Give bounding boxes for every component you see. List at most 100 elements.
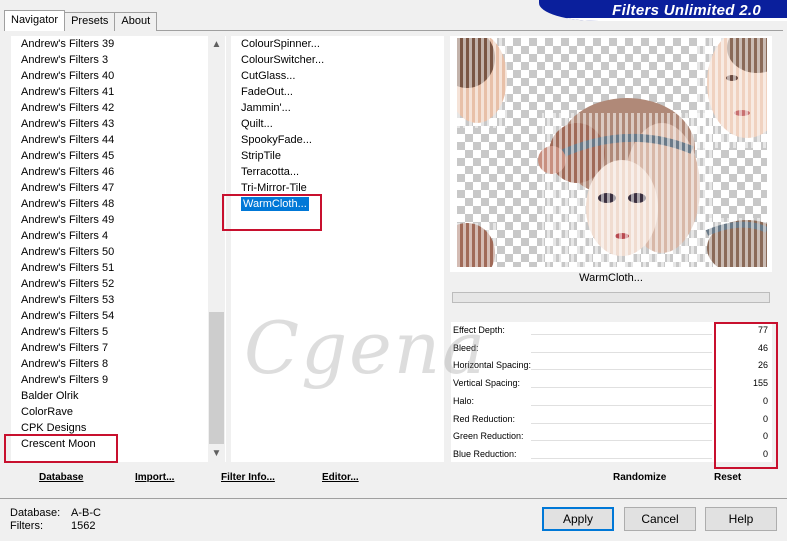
filter-item-label: Jammin'...: [241, 102, 291, 114]
face-bottom-right: [705, 218, 767, 267]
category-item[interactable]: Andrew's Filters 50: [11, 244, 226, 260]
category-item[interactable]: Andrew's Filters 41: [11, 84, 226, 100]
category-item[interactable]: Crescent Moon: [11, 436, 226, 452]
filter-item[interactable]: ColourSpinner...: [231, 36, 444, 52]
parameters-panel: Effect Depth: 77 Bleed: 46 Horizontal Spacin…: [451, 322, 772, 462]
category-item[interactable]: Andrew's Filters 5: [11, 324, 226, 340]
param-slider-track[interactable]: [531, 457, 712, 459]
param-name: Halo:: [453, 395, 475, 406]
category-item[interactable]: Andrew's Filters 49: [11, 212, 226, 228]
scroll-thumb[interactable]: [209, 312, 224, 444]
filter-item-label: ColourSpinner...: [241, 38, 320, 50]
param-value: 155: [752, 378, 768, 389]
category-item[interactable]: Andrew's Filters 52: [11, 276, 226, 292]
category-item[interactable]: Andrew's Filters 45: [11, 148, 226, 164]
filter-item[interactable]: Tri-Mirror-Tile: [231, 180, 444, 196]
param-slider-track[interactable]: [531, 404, 712, 406]
list-buttons-row: Database Import... Filter Info... Editor…: [11, 466, 444, 488]
filter-item[interactable]: Terracotta...: [231, 164, 444, 180]
category-item[interactable]: Andrew's Filters 46: [11, 164, 226, 180]
filter-item[interactable]: WarmCloth...: [231, 196, 444, 212]
category-item[interactable]: Andrew's Filters 7: [11, 340, 226, 356]
param-row[interactable]: Effect Depth: 77: [451, 322, 772, 339]
category-item[interactable]: Andrew's Filters 43: [11, 116, 226, 132]
category-list[interactable]: Andrew's Filters 39 Andrew's Filters 3 And…: [11, 36, 226, 452]
param-row[interactable]: Horizontal Spacing: 26: [451, 357, 772, 374]
filter-item-label: StripTile: [241, 150, 281, 162]
category-item[interactable]: Andrew's Filters 4: [11, 228, 226, 244]
filter-item[interactable]: CutGlass...: [231, 68, 444, 84]
param-row[interactable]: Bleed: 46: [451, 340, 772, 357]
category-item[interactable]: Andrew's Filters 48: [11, 196, 226, 212]
tab-navigator[interactable]: Navigator: [4, 10, 66, 31]
param-value: 0: [762, 448, 768, 459]
category-item[interactable]: Andrew's Filters 42: [11, 100, 226, 116]
filter-list[interactable]: ColourSpinner... ColourSwitcher... CutGlas…: [231, 36, 444, 212]
editor-button[interactable]: Editor...: [322, 472, 359, 483]
filter-info-button[interactable]: Filter Info...: [221, 472, 275, 483]
filters-count: 1562: [71, 520, 96, 532]
param-value: 26: [757, 360, 768, 371]
param-value: 77: [757, 325, 768, 335]
apply-button[interactable]: Apply: [542, 507, 614, 531]
category-item[interactable]: Andrew's Filters 8: [11, 356, 226, 372]
face-bottom-left: [457, 223, 497, 267]
filter-list-panel[interactable]: ColourSpinner... ColourSwitcher... CutGlas…: [231, 36, 444, 462]
param-slider-track[interactable]: [531, 387, 712, 389]
category-item[interactable]: Andrew's Filters 54: [11, 308, 226, 324]
param-value: 0: [762, 395, 768, 406]
tab-presets[interactable]: Presets: [64, 12, 116, 31]
category-item[interactable]: CPK Designs: [11, 420, 226, 436]
help-button[interactable]: Help: [705, 507, 777, 531]
filter-item[interactable]: SpookyFade...: [231, 132, 444, 148]
category-item[interactable]: Balder Olrik: [11, 388, 226, 404]
category-item[interactable]: Andrew's Filters 3: [11, 52, 226, 68]
category-item[interactable]: ColorRave: [11, 404, 226, 420]
import-button[interactable]: Import...: [135, 472, 174, 483]
param-slider-track[interactable]: [531, 351, 712, 353]
param-row[interactable]: Halo: 0: [451, 393, 772, 410]
database-button[interactable]: Database: [39, 472, 83, 483]
filter-item-label: Quilt...: [241, 118, 273, 130]
param-value: 46: [757, 342, 768, 353]
category-item[interactable]: Andrew's Filters 44: [11, 132, 226, 148]
footer-separator: [0, 498, 787, 499]
cancel-button[interactable]: Cancel: [624, 507, 696, 531]
brand-title: Filters Unlimited 2.0: [612, 2, 761, 19]
category-scrollbar[interactable]: ▲ ▼: [208, 36, 225, 462]
category-item[interactable]: Andrew's Filters 39: [11, 36, 226, 52]
param-name: Blue Reduction:: [453, 448, 517, 459]
scroll-down-icon[interactable]: ▼: [208, 445, 225, 462]
param-slider-track[interactable]: [531, 422, 712, 424]
tab-bar: Navigator Presets About: [4, 10, 158, 31]
category-item[interactable]: Andrew's Filters 53: [11, 292, 226, 308]
category-item[interactable]: Andrew's Filters 51: [11, 260, 226, 276]
scroll-up-icon[interactable]: ▲: [208, 36, 225, 53]
category-item[interactable]: Andrew's Filters 47: [11, 180, 226, 196]
param-slider-track[interactable]: [531, 334, 712, 335]
category-item[interactable]: Andrew's Filters 9: [11, 372, 226, 388]
param-row[interactable]: Red Reduction: 0: [451, 411, 772, 428]
param-row[interactable]: Vertical Spacing: 155: [451, 375, 772, 392]
category-list-panel[interactable]: Andrew's Filters 39 Andrew's Filters 3 And…: [11, 36, 226, 462]
tab-about[interactable]: About: [114, 12, 158, 31]
brand-banner: Filters Unlimited 2.0: [539, 0, 787, 21]
filter-item[interactable]: ColourSwitcher...: [231, 52, 444, 68]
filter-item[interactable]: StripTile: [231, 148, 444, 164]
progress-bar: [452, 292, 770, 303]
param-row[interactable]: Green Reduction: 0: [451, 428, 772, 445]
category-item[interactable]: Andrew's Filters 40: [11, 68, 226, 84]
randomize-button[interactable]: Randomize: [613, 472, 666, 483]
param-slider-track[interactable]: [531, 440, 712, 442]
param-slider-track[interactable]: [531, 369, 712, 371]
filter-item[interactable]: FadeOut...: [231, 84, 444, 100]
filter-item-label: FadeOut...: [241, 86, 293, 98]
filter-item[interactable]: Quilt...: [231, 116, 444, 132]
param-row[interactable]: Blue Reduction: 0: [451, 446, 772, 463]
filter-item[interactable]: Jammin'...: [231, 100, 444, 116]
filters-label: Filters:: [10, 520, 43, 532]
filter-item-label: ColourSwitcher...: [241, 54, 325, 66]
param-name: Vertical Spacing:: [453, 378, 521, 389]
reset-button[interactable]: Reset: [714, 472, 741, 483]
param-name: Horizontal Spacing:: [453, 360, 532, 371]
